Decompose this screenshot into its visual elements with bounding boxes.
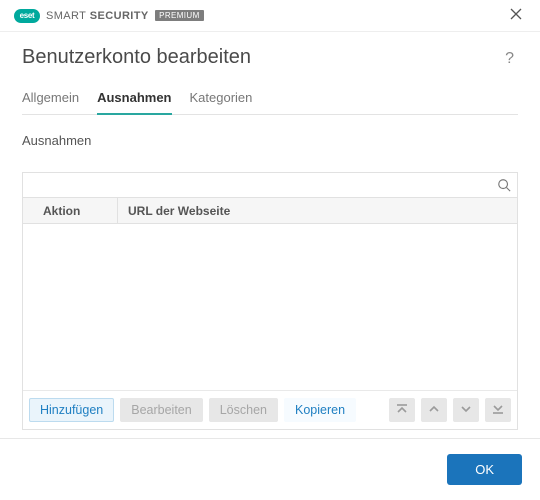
copy-button[interactable]: Kopieren — [284, 398, 356, 422]
table-toolbar: Hinzufügen Bearbeiten Löschen Kopieren — [23, 390, 517, 429]
search-input[interactable] — [31, 174, 497, 196]
move-top-button[interactable] — [389, 398, 415, 422]
arrow-top-icon — [395, 402, 409, 419]
exceptions-table: Aktion URL der Webseite Hinzufügen Bearb… — [22, 198, 518, 430]
search-icon[interactable] — [497, 178, 511, 192]
table-body — [23, 224, 517, 390]
brand: eset SMART SECURITY PREMIUM — [14, 9, 204, 23]
section-label: Ausnahmen — [22, 133, 518, 148]
brand-name-bold: SECURITY — [90, 10, 149, 22]
chevron-down-icon — [459, 402, 473, 419]
delete-button[interactable]: Löschen — [209, 398, 278, 422]
titlebar: eset SMART SECURITY PREMIUM — [0, 0, 540, 32]
move-down-button[interactable] — [453, 398, 479, 422]
add-button[interactable]: Hinzufügen — [29, 398, 114, 422]
brand-badge: PREMIUM — [155, 10, 204, 21]
dialog-footer: OK — [0, 438, 540, 500]
col-url-header[interactable]: URL der Webseite — [118, 198, 517, 223]
arrow-bottom-icon — [491, 402, 505, 419]
brand-text: SMART SECURITY PREMIUM — [46, 10, 204, 22]
tabs: Allgemein Ausnahmen Kategorien — [22, 90, 518, 115]
col-action-header[interactable]: Aktion — [23, 198, 118, 223]
brand-logo: eset — [14, 9, 40, 23]
brand-name-thin: SMART — [46, 10, 86, 22]
search-row — [22, 172, 518, 198]
move-up-button[interactable] — [421, 398, 447, 422]
edit-button[interactable]: Bearbeiten — [120, 398, 202, 422]
table-header: Aktion URL der Webseite — [23, 198, 517, 224]
help-icon: ? — [505, 50, 514, 67]
tab-categories[interactable]: Kategorien — [190, 90, 253, 115]
move-bottom-button[interactable] — [485, 398, 511, 422]
help-button[interactable]: ? — [501, 46, 518, 72]
tab-general[interactable]: Allgemein — [22, 90, 79, 115]
tab-exceptions[interactable]: Ausnahmen — [97, 90, 171, 115]
page-title: Benutzerkonto bearbeiten — [22, 46, 501, 69]
close-icon — [510, 8, 522, 23]
ok-button[interactable]: OK — [447, 454, 522, 485]
chevron-up-icon — [427, 402, 441, 419]
close-button[interactable] — [502, 2, 530, 30]
